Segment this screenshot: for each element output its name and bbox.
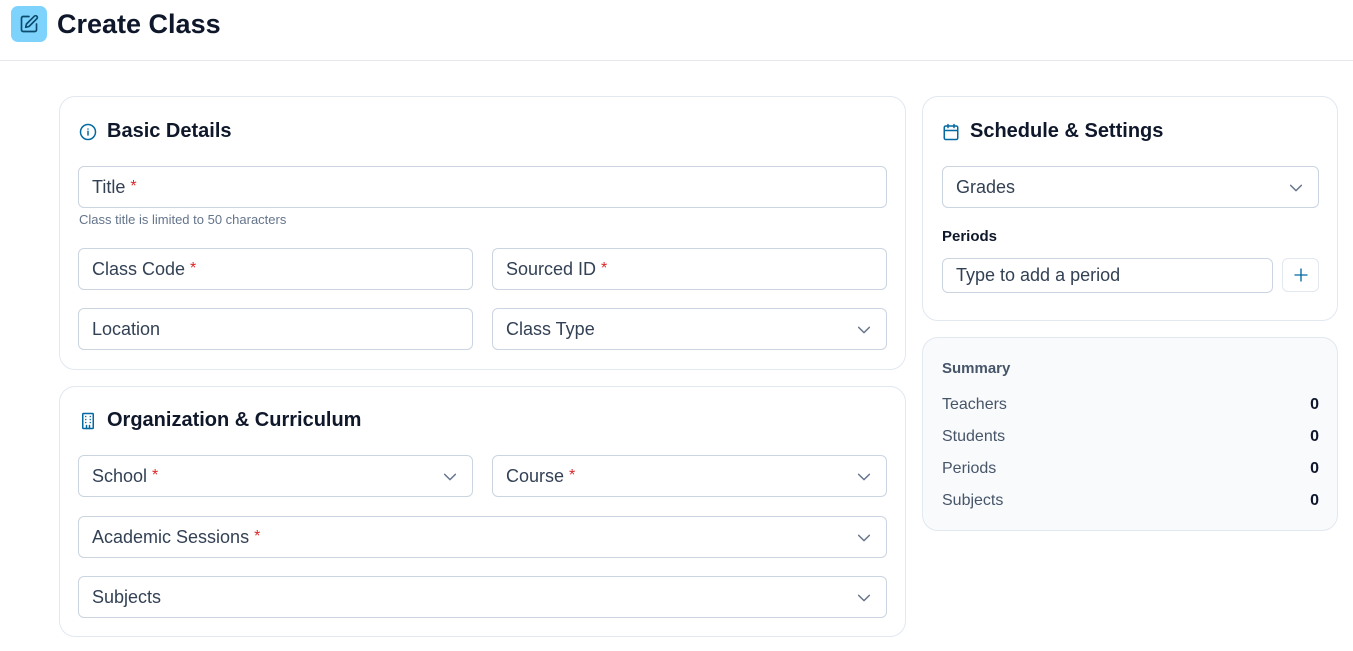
organization-title: Organization & Curriculum bbox=[107, 409, 362, 431]
period-input[interactable] bbox=[942, 258, 1273, 293]
class-code-label: Class Code bbox=[92, 258, 186, 279]
required-marker: * bbox=[569, 467, 576, 484]
chevron-down-icon bbox=[857, 473, 871, 481]
page-header: Create Class bbox=[0, 0, 1353, 61]
add-period-button[interactable] bbox=[1282, 258, 1319, 292]
summary-row-value: 0 bbox=[1310, 428, 1319, 445]
summary-row-label: Periods bbox=[942, 460, 997, 477]
grades-select[interactable]: Grades bbox=[942, 166, 1319, 208]
required-marker: * bbox=[601, 260, 608, 277]
summary-row-periods: Periods 0 bbox=[942, 460, 1319, 478]
summary-title: Summary bbox=[942, 360, 1011, 377]
schedule-title: Schedule & Settings bbox=[970, 120, 1164, 142]
summary-row-label: Students bbox=[942, 428, 1006, 445]
title-hint: Class title is limited to 50 characters bbox=[79, 212, 287, 227]
edit-square-icon bbox=[11, 6, 47, 42]
required-marker: * bbox=[254, 528, 261, 545]
class-type-label: Class Type bbox=[506, 318, 595, 339]
summary-row-value: 0 bbox=[1310, 492, 1319, 509]
title-label: Title bbox=[92, 176, 126, 197]
school-label: School bbox=[92, 465, 148, 486]
summary-row-subjects: Subjects 0 bbox=[942, 492, 1319, 510]
basic-details-title: Basic Details bbox=[107, 120, 232, 142]
location-input[interactable]: Location bbox=[78, 308, 473, 350]
building-icon bbox=[82, 412, 94, 429]
title-input[interactable]: Title * bbox=[78, 166, 887, 208]
academic-sessions-label: Academic Sessions bbox=[92, 526, 250, 547]
grades-label: Grades bbox=[956, 176, 1016, 197]
summary-row-label: Teachers bbox=[942, 396, 1007, 413]
organization-heading: Organization & Curriculum bbox=[79, 409, 361, 432]
chevron-down-icon bbox=[857, 326, 871, 334]
chevron-down-icon bbox=[857, 534, 871, 542]
course-select[interactable]: Course * bbox=[492, 455, 887, 497]
required-marker: * bbox=[190, 260, 197, 277]
class-type-select[interactable]: Class Type bbox=[492, 308, 887, 350]
chevron-down-icon bbox=[443, 473, 457, 481]
subjects-label: Subjects bbox=[92, 586, 162, 607]
basic-details-heading: Basic Details bbox=[79, 120, 232, 143]
required-marker: * bbox=[130, 178, 137, 195]
info-circle-icon bbox=[79, 123, 97, 140]
periods-label: Periods bbox=[942, 228, 998, 245]
schedule-card: Schedule & Settings Grades Periods bbox=[922, 96, 1338, 321]
course-label: Course bbox=[506, 465, 565, 486]
summary-card: Summary Teachers 0 Students 0 Periods 0 … bbox=[922, 337, 1338, 531]
school-select[interactable]: School * bbox=[78, 455, 473, 497]
schedule-heading: Schedule & Settings bbox=[942, 120, 1163, 143]
calendar-icon bbox=[943, 123, 959, 140]
sourced-id-input[interactable]: Sourced ID * bbox=[492, 248, 887, 290]
chevron-down-icon bbox=[857, 594, 871, 602]
summary-row-label: Subjects bbox=[942, 492, 1004, 509]
basic-details-card: Basic Details Title * Class title is lim… bbox=[59, 96, 906, 370]
sourced-id-label: Sourced ID bbox=[506, 258, 597, 279]
chevron-down-icon bbox=[1289, 184, 1303, 192]
page-title: Create Class bbox=[57, 9, 221, 39]
academic-sessions-select[interactable]: Academic Sessions * bbox=[78, 516, 887, 558]
subjects-select[interactable]: Subjects bbox=[78, 576, 887, 618]
summary-row-students: Students 0 bbox=[942, 428, 1319, 446]
summary-row-teachers: Teachers 0 bbox=[942, 396, 1319, 414]
summary-row-value: 0 bbox=[1310, 460, 1319, 477]
organization-card: Organization & Curriculum School * Cours… bbox=[59, 386, 906, 637]
location-label: Location bbox=[92, 318, 161, 339]
required-marker: * bbox=[152, 467, 159, 484]
summary-row-value: 0 bbox=[1310, 396, 1319, 413]
class-code-input[interactable]: Class Code * bbox=[78, 248, 473, 290]
plus-icon bbox=[1293, 268, 1308, 282]
